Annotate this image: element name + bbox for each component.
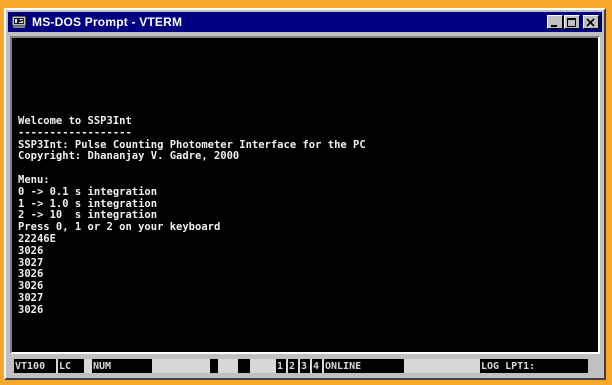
terminal-line: 3026 xyxy=(18,303,44,316)
maximize-icon xyxy=(567,18,576,27)
status-digit-3: 3 xyxy=(300,359,310,373)
status-log-printer: LOG LPT1: xyxy=(480,359,588,373)
terminal-line: Press 0, 1 or 2 on your keyboard xyxy=(18,221,221,234)
terminal-line: 3026 xyxy=(18,244,44,257)
status-digit-2: 2 xyxy=(288,359,298,373)
status-num: NUM xyxy=(92,359,152,373)
terminal-line: 3026 xyxy=(18,268,44,281)
vterm-status-bar: VT100 LC NUM 1 2 3 4 ONLINE LOG LPT1: xyxy=(14,359,602,373)
minimize-icon xyxy=(551,25,557,27)
terminal-line: 3026 xyxy=(18,280,44,293)
window-title: MS-DOS Prompt - VTERM xyxy=(32,15,183,29)
status-lc: LC xyxy=(58,359,84,373)
terminal-line: 22246E xyxy=(18,232,56,245)
status-block-2 xyxy=(238,359,250,373)
terminal-screen[interactable]: Welcome to SSP3Int ------------------ SSP3… xyxy=(10,36,600,354)
status-digit-4: 4 xyxy=(312,359,322,373)
status-emulation: VT100 xyxy=(14,359,56,373)
terminal-line: 3027 xyxy=(18,291,44,304)
terminal-line: ------------------ xyxy=(18,126,132,139)
close-icon xyxy=(586,18,595,27)
terminal-line: 0 -> 0.1 s integration xyxy=(18,185,158,198)
dos-window: MS-DOS Prompt - VTERM Welcome to SSP3Int… xyxy=(4,8,606,380)
maximize-button[interactable] xyxy=(564,15,580,29)
status-digit-1: 1 xyxy=(276,359,286,373)
terminal-line: Copyright: Dhananjay V. Gadre, 2000 xyxy=(18,150,240,163)
window-controls xyxy=(546,15,599,29)
status-block-1 xyxy=(210,359,218,373)
terminal-line: Menu: xyxy=(18,173,50,186)
title-bar[interactable]: MS-DOS Prompt - VTERM xyxy=(8,12,602,32)
minimize-button[interactable] xyxy=(547,15,563,29)
status-online: ONLINE xyxy=(324,359,404,373)
terminal-line: 3027 xyxy=(18,256,44,269)
close-button[interactable] xyxy=(583,15,599,29)
msdos-app-icon[interactable] xyxy=(11,15,27,29)
